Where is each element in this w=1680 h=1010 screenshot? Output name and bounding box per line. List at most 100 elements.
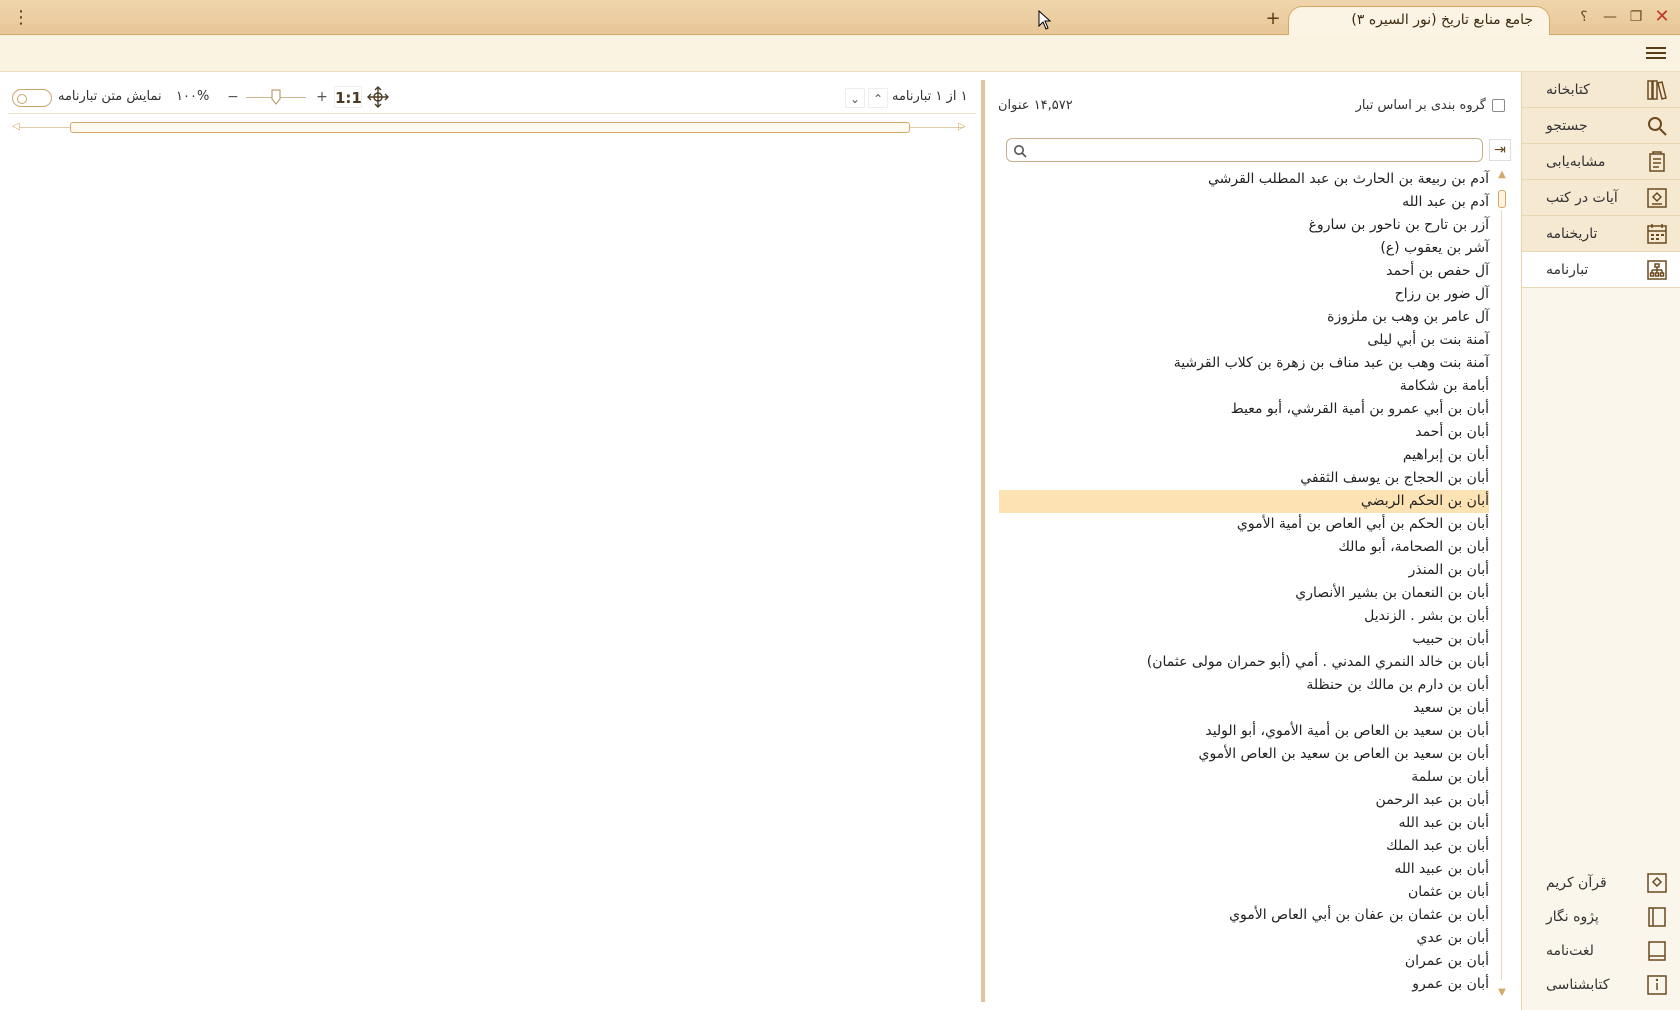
sidebar-item-library[interactable]: کتابخانه bbox=[1522, 72, 1680, 108]
list-item[interactable]: آمنة بنت بن أبي ليلى bbox=[999, 329, 1489, 352]
search-icon bbox=[1634, 108, 1680, 144]
similarity-icon bbox=[1634, 144, 1680, 180]
list-item[interactable]: أبان بن عمران bbox=[999, 950, 1489, 973]
list-item[interactable]: أبان بن عدي bbox=[999, 927, 1489, 950]
calendar-icon bbox=[1634, 216, 1680, 252]
minimize-icon[interactable]: — bbox=[1600, 7, 1620, 27]
scroll-left-icon[interactable]: ◁ bbox=[12, 121, 20, 132]
genealogy-list-panel: گروه بندی بر اساس تبار ۱۴,۵۷۲ عنوان ⇥ آد… bbox=[986, 72, 1521, 1002]
checkbox[interactable] bbox=[1492, 99, 1505, 112]
list-item[interactable]: آشر بن يعقوب (ع) bbox=[999, 237, 1489, 260]
list-item[interactable]: أبان بن النعمان بن بشير الأنصاري bbox=[999, 582, 1489, 605]
group-by-lineage-checkbox[interactable]: گروه بندی بر اساس تبار bbox=[1356, 98, 1505, 113]
list-item[interactable]: أبان بن عثمان بن عفان بن أبي العاص الأمو… bbox=[999, 904, 1489, 927]
notebook-icon bbox=[1634, 899, 1680, 935]
horizontal-scrollbar-thumb[interactable] bbox=[70, 122, 910, 133]
sidebar-item-dictionary[interactable]: لغت‌نامه bbox=[1521, 934, 1680, 968]
collapse-panel-icon[interactable]: ⇥ bbox=[1489, 139, 1511, 161]
result-count: ۱۴,۵۷۲ عنوان bbox=[998, 98, 1073, 113]
list-item[interactable]: أبان بن سعيد بن العاص بن سعيد بن العاص ا… bbox=[999, 743, 1489, 766]
tree-canvas[interactable] bbox=[8, 140, 976, 1000]
hamburger-menu-icon[interactable] bbox=[1644, 44, 1668, 64]
list-item[interactable]: أبان بن أحمد bbox=[999, 421, 1489, 444]
mouse-cursor-icon bbox=[1038, 10, 1052, 30]
list-item[interactable]: أبان بن خالد النمري المدني . أمي (أبو حم… bbox=[999, 651, 1489, 674]
list-item[interactable]: أبان بن سلمة bbox=[999, 766, 1489, 789]
sidebar-item-similarity[interactable]: مشابه‌یابی bbox=[1522, 144, 1680, 180]
title-bar: ⋮ ✕ ❐ — ؟ جامع منابع تاریخ (نور السيره ۳… bbox=[0, 0, 1680, 35]
list-item[interactable]: أبان بن سعيد bbox=[999, 697, 1489, 720]
list-item[interactable]: آل ضور بن رزاح bbox=[999, 283, 1489, 306]
info-icon bbox=[1634, 967, 1680, 1003]
sidebar-item-notebook[interactable]: پژوه نگار bbox=[1521, 900, 1680, 934]
sidebar-item-quran[interactable]: قرآن کریم bbox=[1521, 866, 1680, 900]
new-tab-button[interactable]: + bbox=[1264, 10, 1282, 28]
list-item[interactable]: أبان بن عبد الملك bbox=[999, 835, 1489, 858]
tab-title: جامع منابع تاریخ (نور السيره ۳) bbox=[1351, 12, 1533, 28]
list-item[interactable]: أبان بن حبيب bbox=[999, 628, 1489, 651]
scrollbar-thumb[interactable] bbox=[1498, 190, 1506, 208]
family-tree-icon bbox=[1634, 252, 1680, 288]
list-item[interactable]: أبان بن الصحامة، أبو مالك bbox=[999, 536, 1489, 559]
list-item[interactable]: أبان بن الحكم الربضي bbox=[999, 490, 1489, 513]
help-icon[interactable]: ؟ bbox=[1574, 7, 1594, 27]
list-item[interactable]: أبان بن إبراهيم bbox=[999, 444, 1489, 467]
move-icon[interactable] bbox=[366, 85, 390, 109]
list-item[interactable]: أبان بن أبي عمرو بن أمية القرشي، أبو معي… bbox=[999, 398, 1489, 421]
sidebar-item-history[interactable]: تاریخنامه bbox=[1522, 216, 1680, 252]
scroll-up-icon[interactable]: ▲ bbox=[1497, 170, 1507, 180]
close-icon[interactable]: ✕ bbox=[1652, 7, 1672, 27]
show-text-toggle[interactable] bbox=[12, 89, 52, 107]
sidebar-item-label: کتابخانه bbox=[1546, 81, 1590, 98]
sidebar-item-verses[interactable]: آیات در کتب bbox=[1522, 180, 1680, 216]
list-scrollbar[interactable]: ▲ ▼ bbox=[1497, 170, 1507, 998]
list-item[interactable]: آل عامر بن وهب بن ملزوزة bbox=[999, 306, 1489, 329]
sidebar-item-label: آیات در کتب bbox=[1546, 189, 1618, 206]
sidebar-item-genealogy[interactable]: تبارنامه bbox=[1522, 252, 1680, 288]
actual-size-button[interactable]: 1:1 bbox=[334, 86, 362, 108]
list-item[interactable]: أبان بن بشر . الزنديل bbox=[999, 605, 1489, 628]
sidebar-item-search[interactable]: جستجو bbox=[1522, 108, 1680, 144]
list-item[interactable]: أبان بن الحكم بن أبي العاص بن أمية الأمو… bbox=[999, 513, 1489, 536]
sidebar-item-label: لغت‌نامه bbox=[1546, 943, 1594, 959]
sidebar-item-label: تاریخنامه bbox=[1546, 225, 1598, 242]
list-item[interactable]: آزر بن تارح بن ناحور بن ساروغ bbox=[999, 214, 1489, 237]
quran-icon bbox=[1634, 865, 1680, 901]
group-by-lineage-label: گروه بندی بر اساس تبار bbox=[1355, 98, 1486, 113]
restore-icon[interactable]: ❐ bbox=[1626, 7, 1646, 27]
list-item[interactable]: أبامة بن شكامة bbox=[999, 375, 1489, 398]
next-result-button[interactable]: ⌄ bbox=[845, 88, 865, 108]
zoom-slider-thumb[interactable] bbox=[271, 89, 281, 105]
list-item[interactable]: آل حفص بن أحمد bbox=[999, 260, 1489, 283]
list-item[interactable]: آمنة بنت وهب بن عبد مناف بن زهرة بن كلاب… bbox=[999, 352, 1489, 375]
list-item[interactable]: أبان بن عثمان bbox=[999, 881, 1489, 904]
list-item[interactable]: أبان بن سعيد بن العاص بن أمية الأموي، أب… bbox=[999, 720, 1489, 743]
list-item[interactable]: أبان بن عبيد الله bbox=[999, 858, 1489, 881]
list-item[interactable]: أبان بن عبد الرحمن bbox=[999, 789, 1489, 812]
zoom-out-button[interactable]: − bbox=[224, 88, 242, 106]
zoom-in-button[interactable]: + bbox=[313, 88, 331, 106]
tab-main[interactable]: جامع منابع تاریخ (نور السيره ۳) bbox=[1288, 6, 1550, 35]
search-input[interactable] bbox=[1006, 138, 1483, 162]
sidebar-item-label: کتابشناسی bbox=[1546, 977, 1610, 993]
list-item[interactable]: أبان بن عمرو bbox=[999, 973, 1489, 996]
search-icon bbox=[1014, 145, 1027, 158]
sidebar-item-bibliography[interactable]: کتابشناسی bbox=[1521, 968, 1680, 1002]
horizontal-scrollbar[interactable]: ◁ ▷ bbox=[8, 120, 976, 136]
sidebar-item-label: مشابه‌یابی bbox=[1546, 153, 1606, 170]
list-item[interactable]: أبان بن دارم بن مالك بن حنظلة bbox=[999, 674, 1489, 697]
list-item[interactable]: أبان بن الحجاج بن يوسف الثقفي bbox=[999, 467, 1489, 490]
list-item[interactable]: أبان بن المنذر bbox=[999, 559, 1489, 582]
more-menu-icon[interactable]: ⋮ bbox=[12, 8, 30, 28]
sidebar-bottom: قرآن کریم پژوه نگار لغت‌نامه کتابشناسی bbox=[1521, 866, 1680, 1002]
scroll-down-icon[interactable]: ▼ bbox=[1497, 988, 1507, 998]
list-item[interactable]: آدم بن ربيعة بن الحارث بن عبد المطلب الق… bbox=[999, 168, 1489, 191]
list-item[interactable]: آدم بن عبد الله bbox=[999, 191, 1489, 214]
scroll-right-icon[interactable]: ▷ bbox=[958, 121, 966, 132]
previous-result-button[interactable]: ⌃ bbox=[868, 88, 888, 108]
search-bar: ⇥ bbox=[996, 138, 1511, 162]
page-info: ۱ از ۱ تبارنامه bbox=[892, 89, 968, 104]
viewer-toolbar: نمایش متن تبارنامه ۱۰۰% − + 1:1 ⌄ ⌃ ۱ از… bbox=[8, 80, 976, 114]
panel-splitter[interactable] bbox=[981, 80, 985, 1002]
list-item[interactable]: أبان بن عبد الله bbox=[999, 812, 1489, 835]
